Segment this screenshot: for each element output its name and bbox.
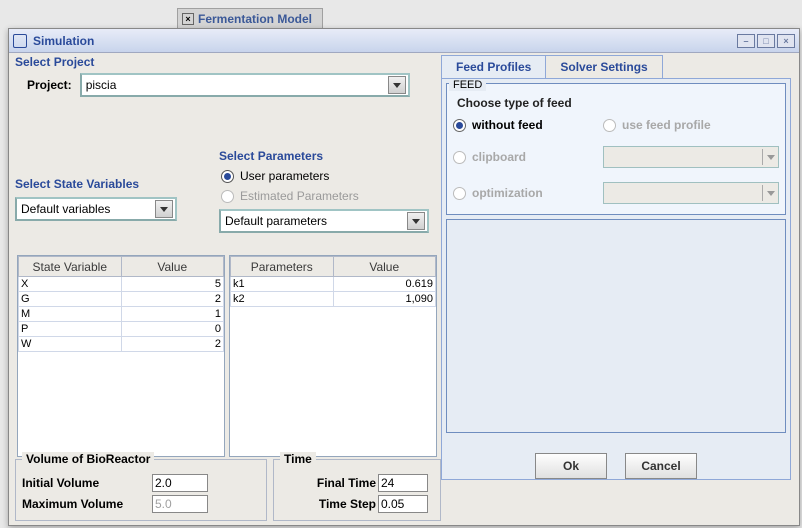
simulation-icon [13, 34, 27, 48]
radio-optimization: optimization [453, 186, 603, 200]
window-content: Select Project Project: piscia Select St… [9, 53, 799, 527]
radio-icon [221, 170, 234, 183]
tab-label: Fermentation Model [198, 12, 312, 26]
max-volume-input [152, 495, 208, 513]
radio-icon [453, 151, 466, 164]
clipboard-select [603, 146, 779, 168]
cancel-button[interactable]: Cancel [625, 453, 697, 479]
param-header-value[interactable]: Value [333, 257, 436, 277]
table-row: k10.619 [231, 277, 436, 292]
table-row: P0 [19, 322, 224, 337]
state-variables-table[interactable]: State Variable Value X5 G2 M1 P0 W2 [17, 255, 225, 457]
chevron-down-icon [762, 149, 778, 165]
radio-user-parameters[interactable]: User parameters [221, 169, 437, 183]
max-volume-label: Maximum Volume [22, 497, 152, 511]
radio-icon [221, 190, 234, 203]
time-step-label: Time Step [280, 497, 376, 511]
state-variables-select[interactable]: Default variables [15, 197, 177, 221]
radio-icon [453, 119, 466, 132]
minimize-button[interactable]: – [737, 34, 755, 48]
project-field-label: Project: [27, 78, 72, 92]
state-variables-label: Select State Variables [15, 177, 215, 191]
sv-header-name[interactable]: State Variable [19, 257, 122, 277]
param-header-name[interactable]: Parameters [231, 257, 334, 277]
chevron-down-icon[interactable] [388, 76, 406, 94]
optimization-select [603, 182, 779, 204]
project-section-label: Select Project [15, 55, 439, 69]
volume-legend: Volume of BioReactor [22, 452, 154, 466]
radio-icon [453, 187, 466, 200]
close-button[interactable]: × [777, 34, 795, 48]
radio-without-feed[interactable]: without feed [453, 118, 603, 132]
parameters-select[interactable]: Default parameters [219, 209, 429, 233]
table-row: k21,090 [231, 292, 436, 307]
state-variables-section: Select State Variables Default variables [15, 177, 215, 221]
maximize-button[interactable]: □ [757, 34, 775, 48]
window-title: Simulation [33, 34, 94, 48]
parameters-table[interactable]: Parameters Value k10.619 k21,090 [229, 255, 437, 457]
table-row: M1 [19, 307, 224, 322]
final-time-input[interactable] [378, 474, 428, 492]
sv-header-value[interactable]: Value [121, 257, 224, 277]
tab-feed-profiles[interactable]: Feed Profiles [441, 55, 546, 78]
table-row: G2 [19, 292, 224, 307]
feed-choose-label: Choose type of feed [457, 96, 779, 110]
radio-estimated-parameters: Estimated Parameters [221, 189, 437, 203]
chevron-down-icon [762, 185, 778, 201]
simulation-window: Simulation – □ × Select Project Project:… [8, 28, 800, 526]
titlebar[interactable]: Simulation – □ × [9, 29, 799, 53]
time-section: Time Final Time Time Step [273, 459, 441, 521]
tabs: Feed Profiles Solver Settings [441, 55, 791, 78]
left-column: Select Project Project: piscia [15, 55, 439, 97]
ok-button[interactable]: Ok [535, 453, 607, 479]
tab-solver-settings[interactable]: Solver Settings [545, 55, 662, 78]
radio-use-feed-profile: use feed profile [603, 118, 779, 132]
tab-close-icon[interactable]: × [182, 13, 194, 25]
project-value: piscia [86, 78, 388, 92]
project-section: Select Project Project: piscia [15, 55, 439, 97]
time-legend: Time [280, 452, 316, 466]
feed-tab-panel: FEED Choose type of feed without feed us… [441, 78, 791, 480]
initial-volume-input[interactable] [152, 474, 208, 492]
table-row: X5 [19, 277, 224, 292]
parameters-section: Select Parameters User parameters Estima… [219, 149, 437, 233]
volume-section: Volume of BioReactor Initial Volume Maxi… [15, 459, 267, 521]
time-step-input[interactable] [378, 495, 428, 513]
radio-icon [603, 119, 616, 132]
radio-clipboard: clipboard [453, 150, 603, 164]
final-time-label: Final Time [280, 476, 376, 490]
initial-volume-label: Initial Volume [22, 476, 152, 490]
feed-fieldset: FEED Choose type of feed without feed us… [446, 83, 786, 215]
chevron-down-icon[interactable] [155, 200, 173, 218]
feed-lower-panel [446, 219, 786, 433]
background-tab[interactable]: × Fermentation Model [177, 8, 323, 30]
tables-area: State Variable Value X5 G2 M1 P0 W2 Para… [15, 255, 439, 457]
feed-legend: FEED [449, 79, 486, 91]
chevron-down-icon[interactable] [407, 212, 425, 230]
project-select[interactable]: piscia [80, 73, 410, 97]
parameters-label: Select Parameters [219, 149, 437, 163]
right-column: Feed Profiles Solver Settings FEED Choos… [441, 55, 791, 509]
table-row: W2 [19, 337, 224, 352]
